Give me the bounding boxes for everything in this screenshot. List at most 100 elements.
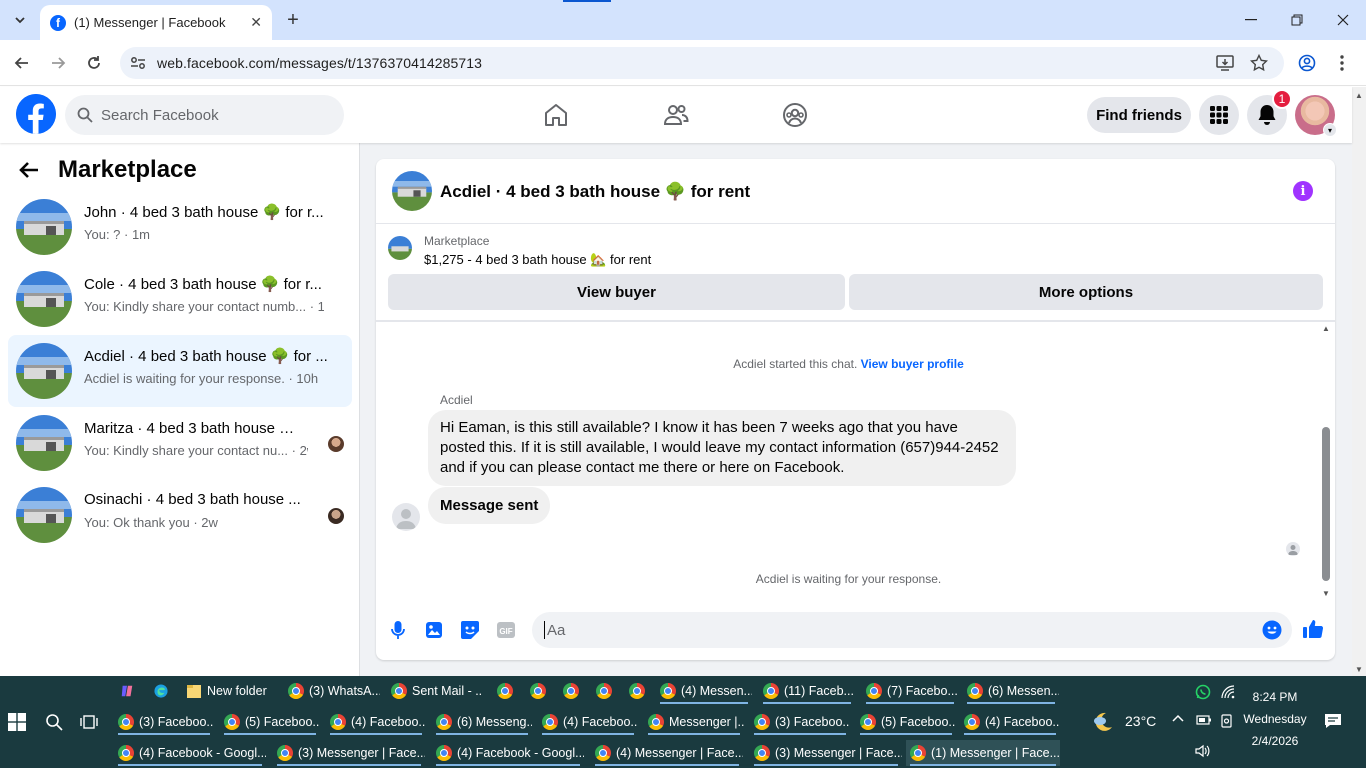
house-thumbnail[interactable] (392, 171, 432, 211)
forward-button[interactable] (46, 51, 70, 75)
taskbar-item-chrome[interactable]: (5) Faceboo... (856, 709, 956, 735)
new-tab-button[interactable]: + (282, 9, 304, 31)
reload-button[interactable] (82, 51, 106, 75)
taskbar-item-chrome[interactable]: (3) Faceboo... (114, 709, 214, 735)
taskbar-item-chrome[interactable]: (4) Faceboo... (960, 709, 1060, 735)
taskbar-item-chrome[interactable]: (11) Faceb... (759, 678, 855, 704)
conversation-item[interactable]: John · 4 bed 3 bath house 🌳 for r... You… (8, 191, 352, 263)
conversation-preview: You: ? · 1m (84, 227, 151, 242)
message-bubble[interactable]: Hi Eaman, is this still available? I kno… (428, 410, 1016, 486)
site-settings-icon[interactable] (130, 56, 146, 70)
restore-button[interactable] (1282, 8, 1312, 32)
home-nav[interactable] (541, 100, 571, 130)
taskbar-item-chrome[interactable]: (3) Messenger | Face... (750, 740, 902, 766)
taskbar-item-chrome[interactable]: (7) Facebo... (862, 678, 958, 704)
taskbar-item-chrome[interactable]: (4) Faceboo... (326, 709, 426, 735)
taskbar-search-button[interactable] (45, 712, 65, 732)
back-arrow-icon[interactable] (18, 161, 40, 179)
conversation-item[interactable]: Osinachi · 4 bed 3 bath house ... You: O… (8, 479, 352, 551)
groups-nav[interactable] (780, 100, 810, 130)
listing-thumbnail (388, 236, 412, 260)
address-bar[interactable]: web.facebook.com/messages/t/137637041428… (120, 47, 1284, 79)
task-view-button[interactable] (80, 712, 100, 732)
start-button[interactable] (8, 712, 28, 732)
menu-button[interactable] (1199, 95, 1239, 135)
close-window-button[interactable] (1328, 8, 1358, 32)
find-friends-button[interactable]: Find friends (1087, 97, 1191, 133)
friends-nav[interactable] (661, 100, 691, 130)
grid-menu-icon (1210, 106, 1228, 124)
read-receipt-avatar (328, 508, 344, 524)
close-icon (1337, 14, 1349, 26)
chat-scrollbar[interactable]: ▲ ▼ (1320, 322, 1334, 598)
profile-avatar[interactable]: ▾ (1295, 95, 1337, 137)
copilot-taskbar-icon[interactable] (116, 678, 138, 704)
voice-clip-button[interactable] (388, 620, 408, 640)
conversation-item[interactable]: Maritza · 4 bed 3 bath house 🌳 ... You: … (8, 407, 352, 479)
profile-button[interactable] (1295, 51, 1319, 75)
chat-title[interactable]: Acdiel · 4 bed 3 bath house 🌳 for rent (440, 182, 750, 202)
taskbar-item-chrome[interactable] (493, 678, 519, 704)
taskbar-item-chrome[interactable]: (6) Messeng... (432, 709, 532, 735)
info-icon[interactable]: i (1293, 181, 1313, 201)
taskbar-item-chrome[interactable]: (4) Messenger | Face... (591, 740, 743, 766)
taskbar-item-chrome[interactable]: Sent Mail - ... (387, 678, 483, 704)
more-options-button[interactable]: More options (849, 274, 1323, 310)
browser-menu-button[interactable] (1330, 51, 1354, 75)
conversation-preview: You: Kindly share your contact nu... · 2… (84, 443, 308, 458)
house-thumbnail (16, 343, 72, 399)
house-thumbnail (16, 415, 72, 471)
volume-tray-icon[interactable] (1195, 744, 1211, 758)
install-app-icon[interactable] (1216, 55, 1234, 71)
conversation-item-selected[interactable]: Acdiel · 4 bed 3 bath house 🌳 for ... Ac… (8, 335, 352, 407)
taskbar-item-chrome[interactable]: (5) Faceboo... (220, 709, 320, 735)
like-button[interactable] (1302, 618, 1324, 640)
taskbar-item-chrome[interactable]: (4) Facebook - Googl... (114, 740, 266, 766)
page-scrollbar[interactable]: ▲ ▼ (1352, 87, 1366, 676)
taskbar-item-chrome[interactable]: (4) Messen... (656, 678, 752, 704)
facebook-search[interactable]: Search Facebook (65, 95, 344, 135)
view-buyer-profile-link[interactable]: View buyer profile (861, 357, 964, 371)
edge-taskbar-icon[interactable] (150, 678, 172, 704)
image-icon (426, 622, 442, 638)
taskbar-item-chrome[interactable]: (4) Faceboo... (538, 709, 638, 735)
back-button[interactable] (10, 51, 34, 75)
facebook-logo[interactable] (16, 94, 56, 134)
sticker-button[interactable] (460, 620, 480, 640)
network-tray-icon[interactable] (1220, 683, 1238, 701)
view-buyer-button[interactable]: View buyer (388, 274, 845, 310)
device-tray-icon[interactable] (1220, 714, 1234, 728)
bookmark-star-icon[interactable] (1250, 54, 1268, 72)
close-tab-icon[interactable]: ✕ (250, 14, 262, 31)
taskbar-item-chrome[interactable]: (4) Facebook - Googl... (432, 740, 584, 766)
browser-tab[interactable]: f (1) Messenger | Facebook ✕ (40, 5, 272, 40)
taskbar-item-chrome[interactable] (559, 678, 585, 704)
taskbar-item-chrome[interactable]: (3) Messenger | Face... (273, 740, 425, 766)
weather-icon[interactable] (1092, 710, 1116, 734)
taskbar-item-chrome[interactable] (592, 678, 618, 704)
taskbar-item-chrome[interactable]: (3) Faceboo... (750, 709, 850, 735)
account-icon (1298, 54, 1316, 72)
taskbar-item-chrome[interactable] (526, 678, 552, 704)
taskbar-item-chrome[interactable]: Messenger |... (644, 709, 744, 735)
whatsapp-tray-icon[interactable] (1195, 683, 1213, 701)
notification-center-button[interactable] (1324, 713, 1342, 729)
taskbar-item-chrome-active[interactable]: (1) Messenger | Face... (906, 740, 1060, 766)
taskbar-item-chrome[interactable]: (6) Messen... (963, 678, 1059, 704)
conversation-item[interactable]: Cole · 4 bed 3 bath house 🌳 for r... You… (8, 263, 352, 335)
wifi-icon (1221, 685, 1235, 699)
message-sent-bubble[interactable]: Message sent (428, 487, 551, 524)
battery-tray-icon[interactable] (1196, 714, 1212, 726)
system-clock[interactable]: 8:24 PM Wednesday 2/4/2026 (1240, 686, 1310, 752)
taskbar-item-chrome[interactable]: (3) WhatsA... (284, 678, 380, 704)
show-hidden-icons-button[interactable] (1172, 713, 1184, 723)
message-input[interactable]: Aa (532, 612, 1292, 648)
minimize-button[interactable] (1236, 8, 1266, 32)
tab-search-button[interactable] (8, 8, 32, 32)
weather-temperature[interactable]: 23°C (1125, 713, 1156, 729)
taskbar-item-chrome[interactable] (625, 678, 651, 704)
taskbar-item-file-explorer[interactable]: New folder (182, 678, 278, 704)
attach-photo-button[interactable] (424, 620, 444, 640)
emoji-icon[interactable] (1262, 620, 1282, 640)
gif-button[interactable]: GIF (496, 620, 516, 640)
